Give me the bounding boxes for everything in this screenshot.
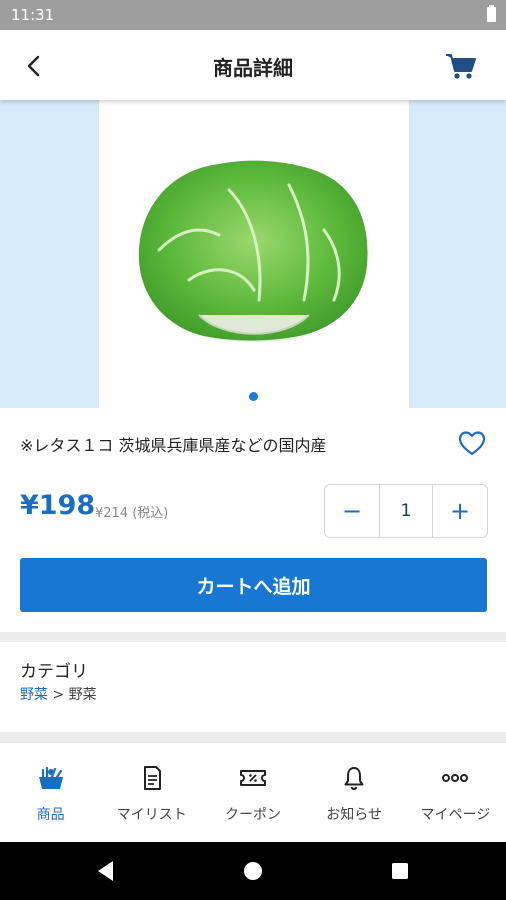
- product-price: ¥198: [20, 490, 96, 521]
- tab-products[interactable]: 商品: [0, 743, 101, 843]
- more-dots-icon: [442, 774, 469, 782]
- tab-label: クーポン: [224, 807, 281, 823]
- groceries-icon: [38, 766, 63, 789]
- section-divider: [0, 632, 506, 642]
- product-image-gallery[interactable]: [0, 100, 506, 498]
- increment-button[interactable]: +: [433, 485, 487, 537]
- tab-label: 商品: [36, 807, 65, 823]
- status-time: 11:31: [11, 6, 55, 24]
- cart-button[interactable]: [444, 50, 478, 82]
- category-heading: カテゴリ: [20, 662, 88, 682]
- bell-icon: [344, 767, 364, 791]
- bottom-tab-bar: 商品 マイリスト クーポン お知らせ マイページ: [0, 742, 506, 842]
- tab-mypage[interactable]: マイページ: [405, 743, 506, 843]
- quantity-stepper: − 1 +: [324, 484, 488, 538]
- gallery-page-indicator: [249, 392, 258, 401]
- battery-icon: [487, 5, 496, 22]
- add-to-cart-button[interactable]: カートへ追加: [20, 558, 487, 612]
- status-bar: 11:31: [0, 0, 506, 30]
- breadcrumb: 野菜 > 野菜: [20, 684, 97, 704]
- product-name: ※レタス１コ 茨城県兵庫県産などの国内産: [20, 436, 327, 455]
- chevron-left-icon: [27, 55, 40, 77]
- nav-home-icon[interactable]: [239, 857, 267, 885]
- coupon-icon: [239, 770, 266, 786]
- tab-coupon[interactable]: クーポン: [202, 743, 303, 843]
- lettuce-image: [138, 160, 368, 342]
- system-navigation-bar: [0, 842, 506, 900]
- list-icon: [143, 766, 161, 790]
- cart-icon: [446, 54, 476, 79]
- back-button[interactable]: [18, 50, 50, 82]
- favorite-button[interactable]: [457, 429, 487, 457]
- product-photo: [99, 100, 409, 408]
- decrement-button[interactable]: −: [325, 485, 379, 537]
- tab-label: マイリスト: [116, 807, 187, 823]
- tab-label: お知らせ: [326, 807, 383, 823]
- tab-mylist[interactable]: マイリスト: [101, 743, 202, 843]
- app-bar: 商品詳細: [0, 30, 506, 100]
- breadcrumb-separator: >: [48, 687, 69, 703]
- section-divider: [0, 732, 506, 742]
- heart-outline-icon: [458, 431, 486, 456]
- quantity-value[interactable]: 1: [379, 485, 433, 537]
- tab-label: マイページ: [420, 807, 491, 823]
- nav-back-icon[interactable]: [92, 857, 120, 885]
- breadcrumb-link[interactable]: 野菜: [20, 687, 48, 703]
- breadcrumb-current: 野菜: [68, 687, 97, 703]
- product-info: ※レタス１コ 茨城県兵庫県産などの国内産 ¥198 ¥214 (税込) − 1 …: [0, 408, 506, 630]
- price-with-tax: ¥214 (税込): [95, 506, 169, 521]
- category-section: カテゴリ 野菜 > 野菜: [0, 642, 506, 732]
- nav-recents-icon[interactable]: [386, 857, 414, 885]
- tab-notifications[interactable]: お知らせ: [304, 743, 405, 843]
- page-title: 商品詳細: [213, 56, 293, 80]
